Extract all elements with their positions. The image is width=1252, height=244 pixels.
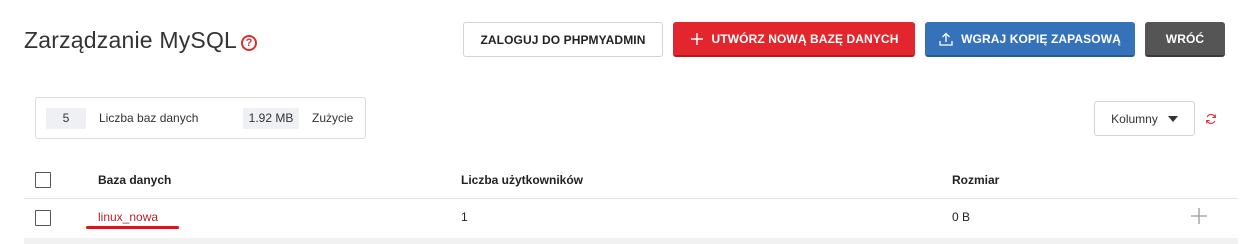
create-database-label: UTWÓRZ NOWĄ BAZĘ DANYCH: [711, 31, 899, 46]
create-database-button[interactable]: UTWÓRZ NOWĄ BAZĘ DANYCH: [673, 22, 915, 57]
select-all-checkbox[interactable]: [35, 172, 51, 188]
help-icon[interactable]: ?: [241, 35, 257, 51]
page-title: Zarządzanie MySQL: [24, 27, 238, 53]
upload-icon: [939, 32, 953, 46]
row-checkbox[interactable]: [35, 210, 51, 226]
db-count-label: Liczba baz danych: [99, 111, 199, 125]
column-header-database[interactable]: Baza danych: [98, 173, 171, 187]
stats-panel: 5 Liczba baz danych 1.92 MB Zużycie: [35, 97, 366, 139]
database-name-link[interactable]: linux_nowa: [98, 210, 158, 224]
highlight-underline: [86, 226, 179, 229]
usage-label: Zużycie: [312, 111, 354, 125]
refresh-icon[interactable]: [1205, 113, 1217, 127]
upload-backup-label: WGRAJ KOPIĘ ZAPASOWĄ: [961, 31, 1121, 46]
upload-backup-button[interactable]: WGRAJ KOPIĘ ZAPASOWĄ: [925, 22, 1135, 57]
expand-row-icon[interactable]: [1190, 207, 1208, 229]
back-button[interactable]: WRÓĆ: [1145, 22, 1225, 57]
back-label: WRÓĆ: [1165, 31, 1205, 46]
database-users-count: 1: [461, 210, 468, 224]
header-divider: [24, 198, 1238, 199]
column-header-users[interactable]: Liczba użytkowników: [461, 173, 583, 187]
login-phpmyadmin-button[interactable]: ZALOGUJ DO PHPMYADMIN: [463, 22, 663, 57]
columns-label: Kolumny: [1111, 111, 1158, 126]
columns-dropdown[interactable]: Kolumny: [1094, 101, 1195, 136]
caret-down-icon: [1167, 115, 1178, 122]
usage-value: 1.92 MB: [243, 108, 299, 129]
db-count-value: 5: [46, 108, 86, 129]
login-phpmyadmin-label: ZALOGUJ DO PHPMYADMIN: [480, 32, 646, 47]
column-header-size[interactable]: Rozmiar: [952, 173, 999, 187]
database-size: 0 B: [952, 210, 971, 224]
plus-icon: [690, 32, 704, 46]
table-bottom-edge: [24, 238, 1238, 244]
